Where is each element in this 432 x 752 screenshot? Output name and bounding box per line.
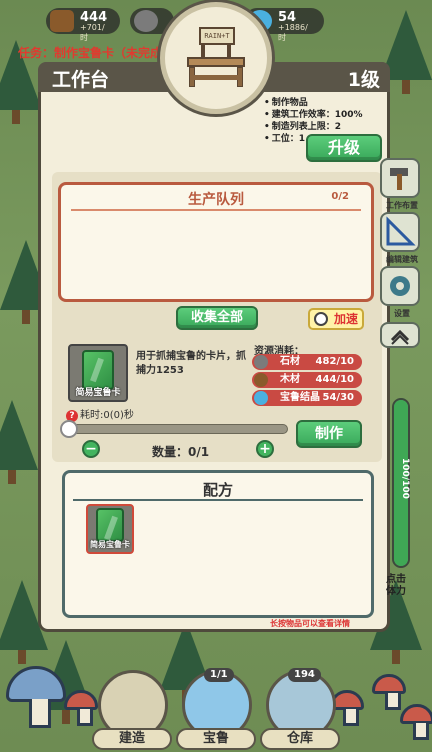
nav-storage-label: 仓库 — [260, 728, 340, 750]
ruler-icon — [386, 216, 416, 246]
resource-cost-stone: 石材 482/10 — [252, 354, 362, 370]
stat-line: 制造列表上限：2 — [264, 121, 363, 133]
quest-tracker[interactable]: 任务：制作宝鲁卡（未完成 — [18, 44, 162, 61]
recipe-item[interactable]: 简易宝鲁卡 — [86, 504, 134, 554]
gear-icon — [390, 276, 410, 296]
workbench-icon: RAIN+T — [187, 27, 245, 89]
nav-build[interactable]: 建造 — [92, 668, 172, 752]
mushroom — [400, 704, 432, 740]
stone-rate: +701/时 — [80, 23, 105, 42]
building-level: 1级 — [347, 69, 380, 91]
collapse-button[interactable] — [380, 322, 420, 348]
recipe-hint: 长按物品可以查看详情 — [270, 619, 350, 628]
queue-title: 生产队列 — [188, 192, 244, 208]
pal-count-badge: 1/1 — [204, 668, 234, 682]
card-icon — [82, 350, 114, 390]
quantity-slider-track[interactable] — [66, 424, 288, 434]
settings-label: 设置 — [394, 309, 410, 318]
card-icon — [96, 508, 124, 542]
edit-building-button[interactable] — [380, 212, 420, 252]
selected-item-slot[interactable]: 简易宝鲁卡 — [68, 344, 128, 402]
recipe-item-label: 简易宝鲁卡 — [90, 540, 130, 549]
mushroom — [372, 674, 406, 710]
workbench-sign: RAIN+T — [199, 27, 235, 45]
coin-rate: +1886/时 — [278, 23, 308, 42]
nav-pal-label: 宝鲁 — [176, 728, 256, 750]
craft-time: ? 耗时:0(0)秒 — [66, 406, 134, 422]
quantity-slider-thumb[interactable] — [60, 420, 78, 438]
item-description: 用于抓捕宝鲁的卡片，抓捕力1253 — [136, 351, 246, 376]
wood-icon — [50, 10, 74, 32]
upgrade-button[interactable]: 升级 — [306, 134, 382, 162]
item-name: 简易宝鲁卡 — [75, 388, 121, 398]
stamina-value: 100/100 — [400, 458, 410, 499]
crystal-icon — [254, 391, 268, 405]
increase-button[interactable]: + — [256, 440, 274, 458]
tap-stamina-button[interactable]: 点击 体力 — [386, 574, 406, 598]
edit-building-label: 编辑建筑 — [386, 255, 418, 264]
stone-icon — [254, 355, 268, 369]
production-queue: 生产队列 0/2 — [58, 182, 374, 302]
speedup-label: 加速 — [334, 312, 359, 326]
storage-count-badge: 194 — [288, 668, 321, 682]
stone-resource-counter: 444 +701/时 — [46, 8, 120, 42]
clock-icon — [314, 312, 328, 326]
speedup-button[interactable]: 加速 — [308, 308, 364, 330]
wood-icon — [254, 373, 268, 387]
chevron-up-icon — [390, 329, 410, 345]
resource-cost-wood: 木材 444/10 — [252, 372, 362, 388]
work-layout-label: 工作布置 — [386, 201, 418, 210]
hammer-icon — [390, 168, 408, 190]
resource-cost-crystal: 宝鲁结晶 54/30 — [252, 390, 362, 406]
settings-button[interactable] — [380, 266, 420, 306]
collect-all-button[interactable]: 收集全部 — [176, 306, 258, 330]
recipe-title: 配方 — [202, 481, 233, 499]
queue-count: 0/2 — [331, 191, 349, 202]
tree — [0, 400, 38, 484]
building-portrait: RAIN+T — [160, 2, 272, 114]
building-name: 工作台 — [52, 69, 110, 91]
stat-line: 制作物品 — [264, 97, 363, 109]
work-layout-button[interactable] — [380, 158, 420, 198]
nav-build-label: 建造 — [92, 728, 172, 750]
stone-icon — [134, 10, 158, 32]
quantity-label: 数量：0/1 — [152, 445, 210, 459]
decrease-button[interactable]: − — [82, 440, 100, 458]
stat-line: 建筑工作效率：100% — [264, 109, 363, 121]
make-button[interactable]: 制作 — [296, 420, 362, 448]
